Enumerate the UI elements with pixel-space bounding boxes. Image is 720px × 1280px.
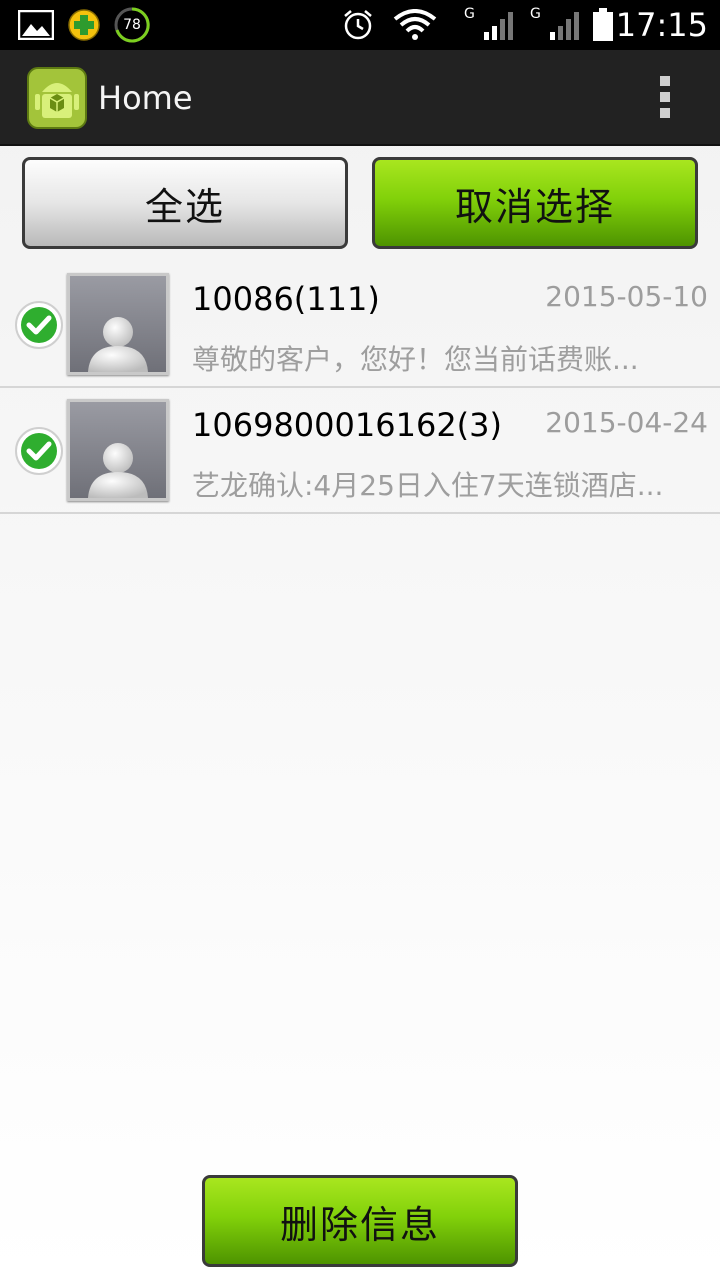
avatar bbox=[67, 399, 169, 501]
message-preview: 艺龙确认:4月25日入住7天连锁酒店... bbox=[192, 469, 664, 502]
select-all-button[interactable]: 全选 bbox=[22, 157, 348, 249]
avatar bbox=[67, 273, 169, 375]
delete-messages-button[interactable]: 删除信息 bbox=[202, 1175, 518, 1267]
list-item[interactable]: 10086(111) 2015-05-10 尊敬的客户，您好！您当前话费账... bbox=[0, 262, 720, 388]
message-preview: 尊敬的客户，您好！您当前话费账... bbox=[192, 343, 639, 376]
deselect-button[interactable]: 取消选择 bbox=[372, 157, 698, 249]
status-bar: 78 G G 17:15 bbox=[0, 0, 720, 50]
message-date: 2015-05-10 bbox=[545, 280, 708, 313]
list-item[interactable]: 1069800016162(3) 2015-04-24 艺龙确认:4月25日入住… bbox=[0, 388, 720, 514]
network-type-label-1: G bbox=[464, 6, 475, 22]
page-title: Home bbox=[98, 79, 193, 117]
circle-78-icon: 78 bbox=[112, 0, 152, 50]
signal-1-icon: G bbox=[462, 0, 516, 50]
network-type-label-2: G bbox=[530, 6, 541, 22]
overflow-menu-icon[interactable] bbox=[650, 76, 680, 122]
alarm-icon bbox=[340, 0, 376, 50]
signal-2-icon: G bbox=[528, 0, 582, 50]
android-app-icon[interactable] bbox=[26, 66, 88, 130]
status-time: 17:15 bbox=[615, 6, 708, 44]
check-icon[interactable] bbox=[14, 300, 64, 350]
sender-name: 10086(111) bbox=[192, 280, 380, 318]
action-bar: Home bbox=[0, 50, 720, 146]
sender-name: 1069800016162(3) bbox=[192, 406, 502, 444]
battery-icon bbox=[590, 0, 616, 50]
app-plus-icon bbox=[66, 0, 102, 50]
circle-78-label: 78 bbox=[123, 17, 141, 33]
gallery-icon bbox=[16, 0, 56, 50]
message-date: 2015-04-24 bbox=[545, 406, 708, 439]
wifi-icon bbox=[392, 0, 438, 50]
check-icon[interactable] bbox=[14, 426, 64, 476]
